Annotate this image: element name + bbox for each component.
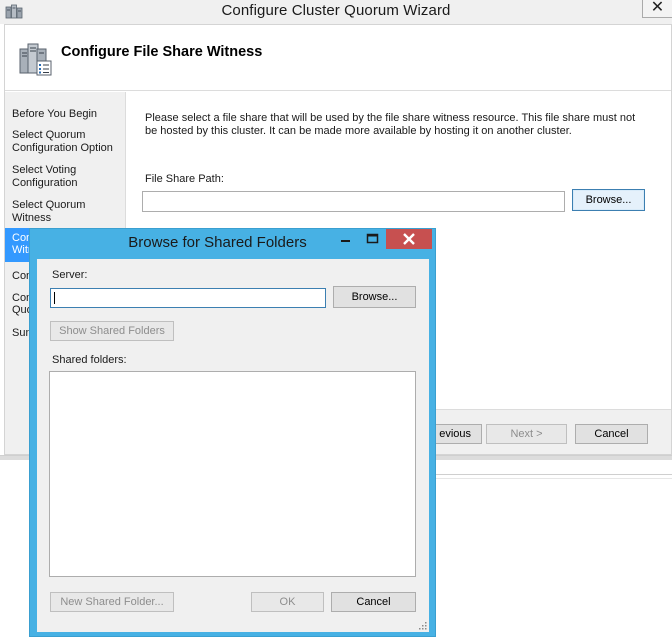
step-select-quorum-witness[interactable]: Select Quorum Witness bbox=[5, 199, 126, 225]
server-label: Server: bbox=[52, 269, 88, 281]
cancel-button-wrapper: Cancel bbox=[575, 424, 648, 444]
wizard-cancel-button[interactable]: Cancel bbox=[575, 424, 648, 444]
minimize-icon bbox=[341, 240, 350, 242]
file-share-browse-button[interactable]: Browse... bbox=[572, 189, 645, 211]
step-select-quorum-configuration-option[interactable]: Select Quorum Configuration Option bbox=[5, 129, 126, 155]
step-configure-file-share-witness[interactable]: Conf Witn bbox=[5, 228, 31, 262]
next-button-wrapper: Next > bbox=[486, 424, 567, 444]
file-share-witness-icon bbox=[19, 43, 52, 76]
new-folder-wrapper: New Shared Folder... bbox=[50, 592, 174, 612]
wizard-close-button[interactable]: ✕ bbox=[642, 0, 672, 18]
resize-grip-icon[interactable] bbox=[417, 620, 427, 630]
background-divider-2 bbox=[436, 478, 672, 479]
shared-folders-list[interactable] bbox=[49, 371, 416, 577]
server-input[interactable] bbox=[50, 288, 326, 308]
wizard-header: Configure File Share Witness bbox=[5, 25, 671, 91]
next-button[interactable]: Next > bbox=[486, 424, 567, 444]
new-shared-folder-button[interactable]: New Shared Folder... bbox=[50, 592, 174, 612]
show-shared-folders-button[interactable]: Show Shared Folders bbox=[50, 321, 174, 341]
file-share-path-input[interactable] bbox=[142, 191, 565, 212]
file-share-browse-wrapper: Browse... bbox=[572, 189, 645, 211]
shared-folders-label: Shared folders: bbox=[52, 354, 127, 366]
maximize-icon bbox=[366, 233, 379, 244]
background-divider bbox=[436, 474, 672, 475]
browse-shared-folders-dialog: Browse for Shared Folders Server: Browse… bbox=[29, 228, 436, 637]
file-share-path-label: File Share Path: bbox=[145, 173, 224, 185]
dialog-title: Browse for Shared Folders bbox=[128, 234, 307, 251]
dialog-cancel-wrapper: Cancel bbox=[331, 592, 416, 612]
page-description: Please select a file share that will be … bbox=[145, 112, 636, 137]
step-before-you-begin[interactable]: Before You Begin bbox=[5, 108, 126, 121]
server-browse-wrapper: Browse... bbox=[333, 286, 416, 308]
dialog-body: Server: Browse... Show Shared Folders Sh… bbox=[37, 259, 429, 632]
dialog-minimize-button[interactable] bbox=[332, 229, 359, 249]
show-shared-wrapper: Show Shared Folders bbox=[50, 321, 174, 341]
text-caret bbox=[54, 292, 55, 304]
close-icon bbox=[403, 233, 415, 245]
wizard-titlebar[interactable]: Configure Cluster Quorum Wizard ✕ bbox=[0, 0, 672, 24]
step-select-voting-configuration[interactable]: Select Voting Configuration bbox=[5, 164, 126, 190]
ok-button[interactable]: OK bbox=[251, 592, 324, 612]
wizard-page-title: Configure File Share Witness bbox=[61, 44, 263, 60]
dialog-maximize-button[interactable] bbox=[359, 229, 386, 249]
wizard-window-title: Configure Cluster Quorum Wizard bbox=[221, 2, 451, 19]
dialog-cancel-button[interactable]: Cancel bbox=[331, 592, 416, 612]
ok-wrapper: OK bbox=[251, 592, 324, 612]
dialog-close-button[interactable] bbox=[386, 229, 432, 249]
server-browse-button[interactable]: Browse... bbox=[333, 286, 416, 308]
